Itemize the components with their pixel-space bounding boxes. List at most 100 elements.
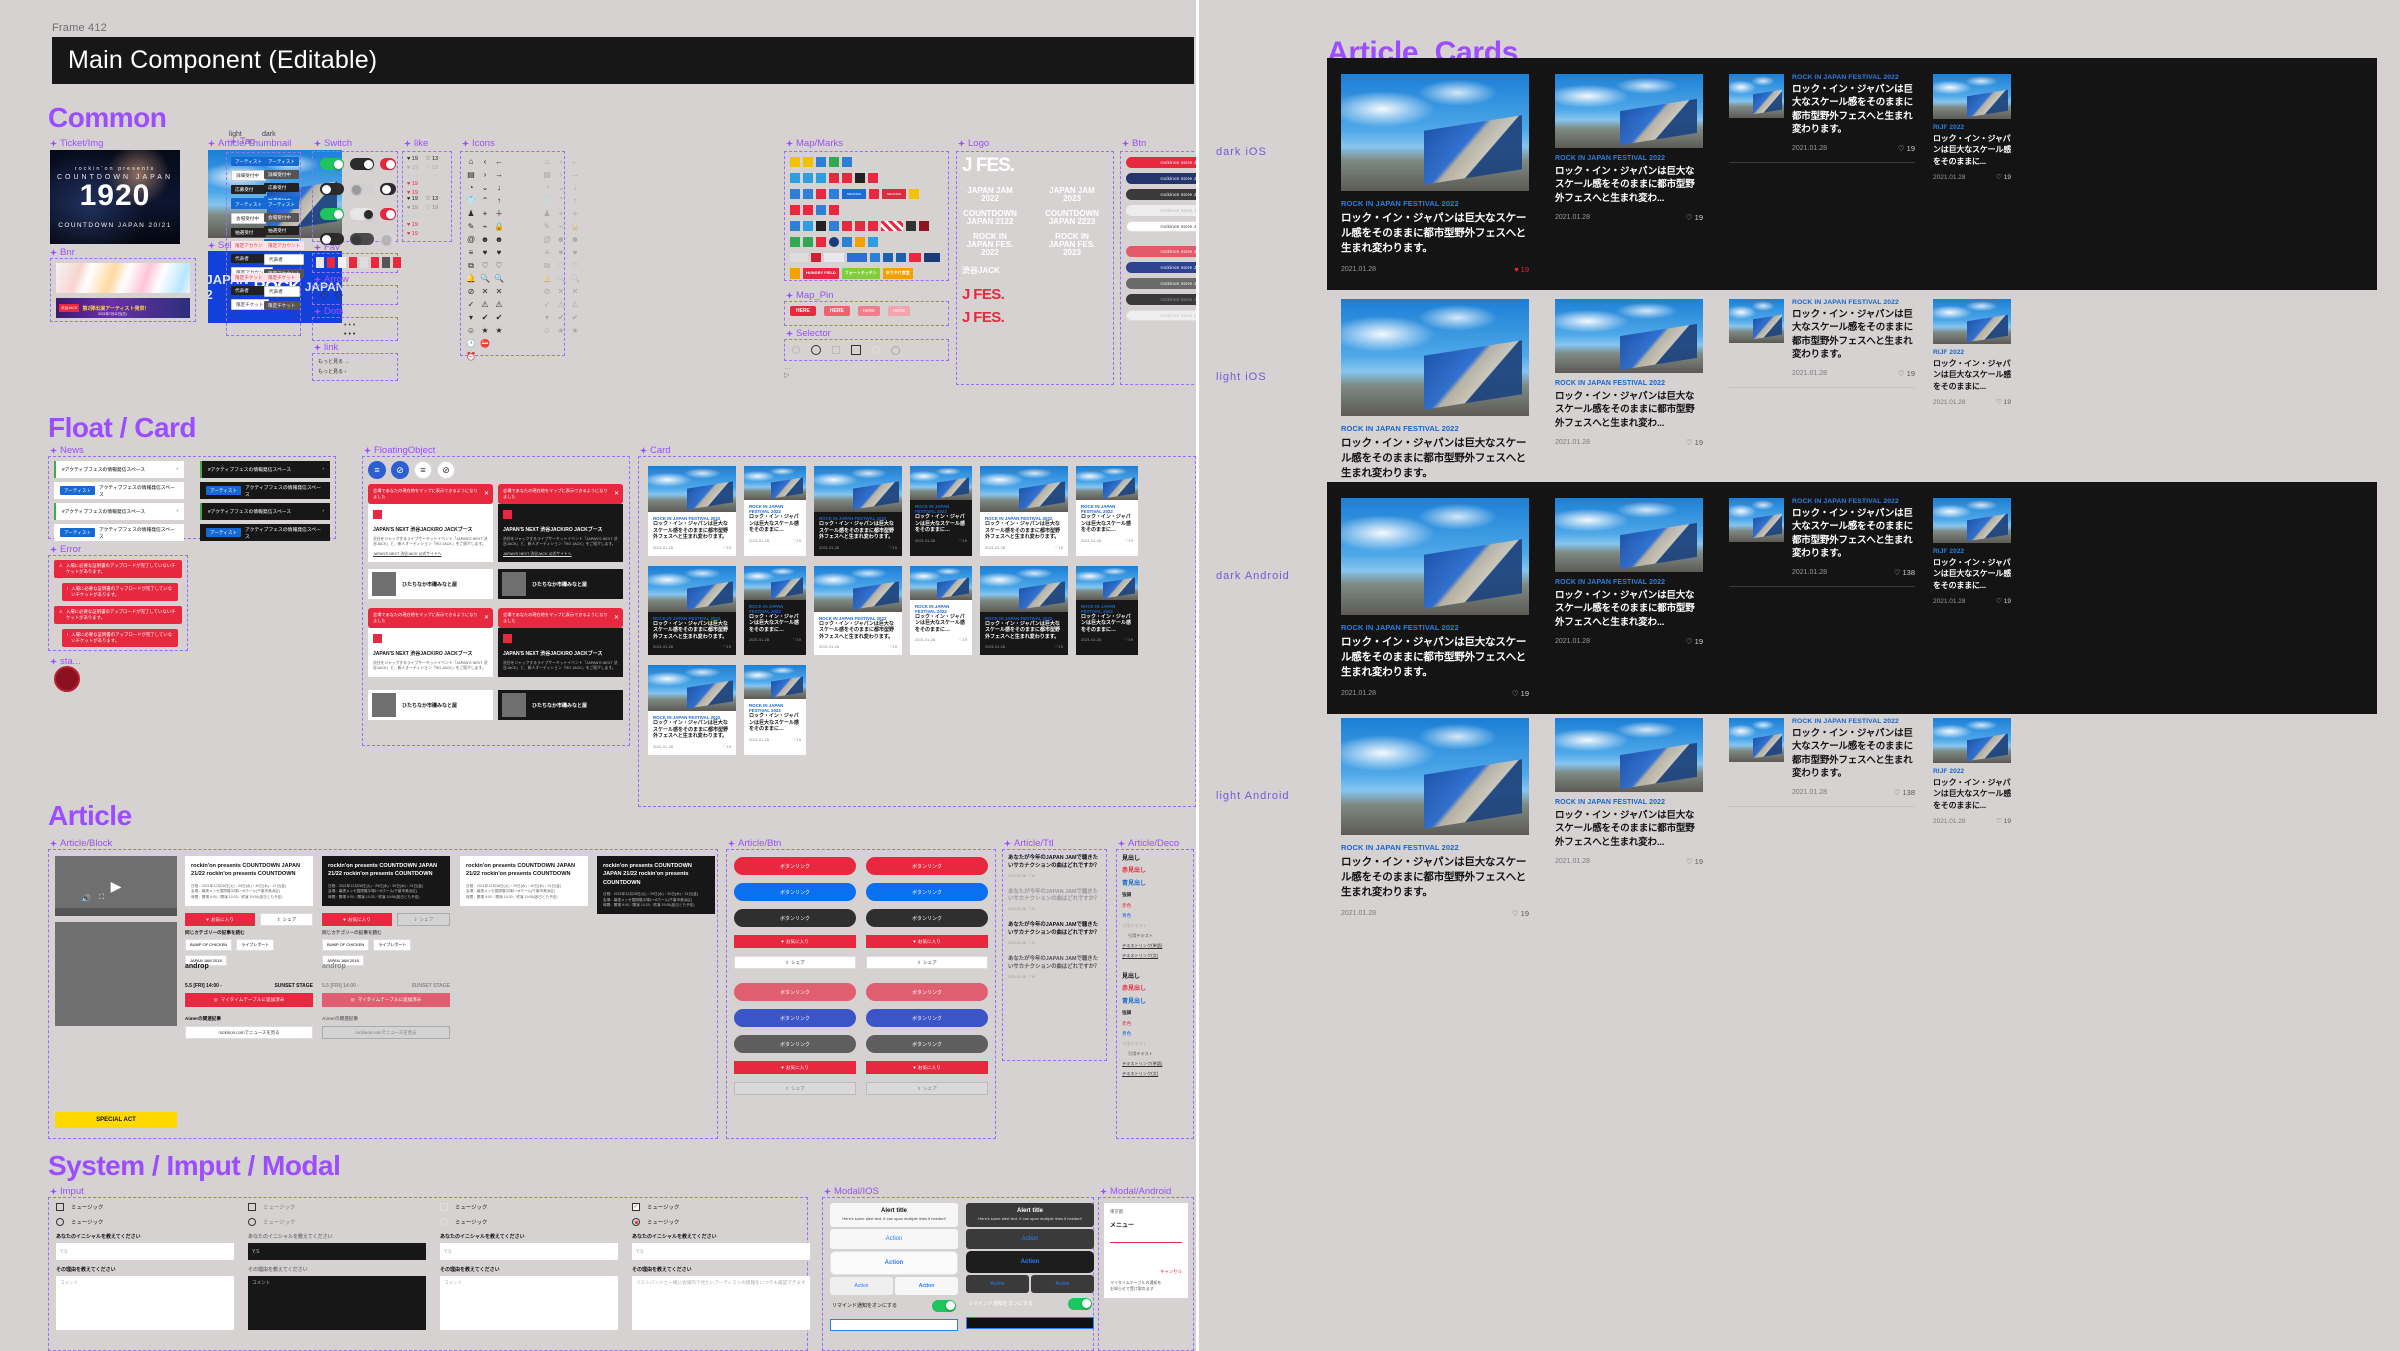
shirt-icon[interactable]: 👕: [542, 196, 552, 206]
map-pin[interactable]: HERE: [824, 306, 850, 316]
article-tag[interactable]: ライブレポート: [236, 939, 274, 951]
chevron-down-icon[interactable]: ⌄: [480, 183, 490, 193]
close-icon[interactable]: ✕: [614, 490, 619, 498]
like-item[interactable]: ♡19: [426, 214, 439, 220]
map-mark-icon[interactable]: [847, 253, 867, 262]
fav-icon[interactable]: [338, 257, 346, 268]
lock-icon[interactable]: 🔒: [570, 222, 580, 232]
radio-button[interactable]: [872, 346, 880, 354]
check-icon[interactable]: ✓: [466, 300, 476, 310]
fav-icon[interactable]: [371, 257, 379, 268]
heart-icon[interactable]: ♥: [480, 248, 490, 258]
map-mark-icon[interactable]: [816, 205, 826, 215]
map-mark-icon[interactable]: [883, 253, 893, 262]
account-fill-icon[interactable]: ☻: [494, 235, 504, 245]
switch-toggle[interactable]: [350, 158, 374, 170]
article-video-player[interactable]: ▶ 🔊 ⛶: [55, 856, 177, 916]
article-card-horizontal[interactable]: ROCK IN JAPAN FESTIVAL 2022ロック・イン・ジャパンは巨…: [1729, 299, 1915, 499]
text-input[interactable]: Y.S: [56, 1243, 234, 1260]
favorite-button[interactable]: ♥ お気に入り: [866, 1061, 988, 1074]
check-circle-icon[interactable]: ✔: [556, 313, 566, 323]
warning-icon[interactable]: ⚠: [480, 300, 490, 310]
share-button[interactable]: ⇪ シェア: [866, 1082, 988, 1095]
map-mark-icon[interactable]: [790, 173, 800, 183]
article-card-medium[interactable]: ROCK IN JAPAN FESTIVAL 2022ロック・イン・ジャパンは巨…: [1555, 74, 1703, 274]
close-icon[interactable]: ✕: [614, 614, 619, 622]
card-sample[interactable]: ROCK IN JAPAN FESTIVAL 2022ロック・イン・ジャパンは巨…: [980, 566, 1068, 656]
favorite-button[interactable]: ♥ お気に入り: [734, 935, 856, 948]
close-thin-icon[interactable]: ✕: [494, 287, 504, 297]
map-pin[interactable]: HERE: [790, 306, 816, 316]
map-mark-icon[interactable]: [829, 221, 839, 231]
map-mark-icon[interactable]: [870, 253, 880, 262]
chevron-up-icon[interactable]: ⌃: [480, 196, 490, 206]
article-card-horizontal[interactable]: ROCK IN JAPAN FESTIVAL 2022ロック・イン・ジャパンは巨…: [1729, 718, 1915, 918]
bell-icon[interactable]: 🔔: [542, 274, 552, 284]
android-input-field[interactable]: [1110, 1234, 1182, 1243]
map-mark-icon[interactable]: SMOKING: [842, 189, 866, 199]
switch-toggle[interactable]: [350, 233, 374, 245]
news-row[interactable]: アーティストアクティブフェスの情報発信スペース: [200, 524, 330, 541]
floating-card-link[interactable]: JAPAN'S NEXT 渋谷JACK 公式サイトへ: [373, 552, 488, 557]
search-icon[interactable]: 🔍: [556, 274, 566, 284]
link-button[interactable]: ボタンリンク: [866, 883, 988, 901]
link-button[interactable]: ボタンリンク: [734, 909, 856, 927]
image-icon[interactable]: ▤: [466, 170, 476, 180]
warning-icon[interactable]: ⚠: [556, 300, 566, 310]
star-fill-icon[interactable]: ★: [570, 326, 580, 336]
share-button[interactable]: ⇪ シェア: [734, 956, 856, 969]
map-mark-icon[interactable]: [803, 189, 813, 199]
article-card-horizontal[interactable]: ROCK IN JAPAN FESTIVAL 2022ロック・イン・ジャパンは巨…: [1729, 74, 1915, 274]
article-ttl-item[interactable]: あなたが今年のJAPAN JAMで聴きたいサカナクションの曲はどれですか？202…: [1008, 922, 1103, 945]
map-mark-icon[interactable]: [816, 189, 826, 199]
chevron-up-icon[interactable]: ⌃: [556, 196, 566, 206]
card-sample[interactable]: ROCK IN JAPAN FESTIVAL 2022ロック・イン・ジャパンは巨…: [744, 665, 806, 755]
article-card-medium[interactable]: ROCK IN JAPAN FESTIVAL 2022ロック・イン・ジャパンは巨…: [1555, 299, 1703, 499]
article-ttl-item[interactable]: あなたが今年のJAPAN JAMで聴きたいサカナクションの曲はどれですか？202…: [1008, 889, 1103, 912]
map-mark-icon[interactable]: [790, 189, 800, 199]
search-icon[interactable]: 🔍: [480, 274, 490, 284]
no-photo-icon[interactable]: ⊘: [542, 287, 552, 297]
map-mark-icon[interactable]: [869, 189, 879, 199]
link-more-chevron[interactable]: もっと見る ›: [318, 368, 346, 375]
switch-toggle[interactable]: [320, 183, 344, 195]
map-mark-icon[interactable]: [842, 173, 852, 183]
arrow-down-icon[interactable]: ↓: [494, 183, 504, 193]
map-mark-icon[interactable]: [829, 173, 839, 183]
map-mark-icon[interactable]: [816, 237, 826, 247]
link-button[interactable]: ボタンリンク: [734, 1035, 856, 1053]
map-mark-icon[interactable]: [855, 221, 865, 231]
alert-action-primary[interactable]: Action: [966, 1251, 1094, 1273]
link-button[interactable]: ボタンリンク: [734, 983, 856, 1001]
map-mark-icon[interactable]: [909, 189, 919, 199]
checkbox[interactable]: [440, 1203, 448, 1211]
alert-action[interactable]: Action: [830, 1229, 958, 1249]
card-sample[interactable]: ROCK IN JAPAN FESTIVAL 2022ロック・イン・ジャパンは巨…: [1076, 566, 1138, 656]
dots-indicator[interactable]: •••: [344, 331, 357, 338]
ban-icon[interactable]: ⛔: [480, 339, 490, 349]
news-row[interactable]: アーティストアクティブフェスの情報発信スペース: [200, 482, 330, 499]
alert-action[interactable]: Action: [830, 1277, 893, 1295]
no-photo-icon[interactable]: ⊘: [466, 287, 476, 297]
map-mark-icon[interactable]: [790, 237, 800, 247]
radio-button[interactable]: [56, 1218, 64, 1226]
switch-toggle[interactable]: [320, 158, 344, 170]
switch-toggle[interactable]: [320, 208, 344, 220]
floating-card-link[interactable]: JAPAN'S NEXT 渋谷JACK 公式サイトへ: [503, 552, 618, 557]
fullscreen-icon[interactable]: ⛶: [99, 894, 104, 902]
article-card-large[interactable]: ROCK IN JAPAN FESTIVAL 2022ロック・イン・ジャパンは巨…: [1341, 74, 1529, 274]
map-mark-icon[interactable]: [919, 221, 929, 231]
person-icon[interactable]: ♟: [542, 209, 552, 219]
menu-icon[interactable]: ≡: [542, 248, 552, 258]
fav-icon[interactable]: [382, 257, 390, 268]
link-button[interactable]: ボタンリンク: [734, 857, 856, 875]
pen-icon[interactable]: ✎: [542, 222, 552, 232]
share-icon[interactable]: ⌁: [480, 222, 490, 232]
cancel-button[interactable]: キャンセル: [1110, 1269, 1182, 1275]
article-card-medium[interactable]: ROCK IN JAPAN FESTIVAL 2022ロック・イン・ジャパンは巨…: [1555, 498, 1703, 698]
alert-action[interactable]: Action: [966, 1275, 1029, 1293]
menu-fab-icon[interactable]: ≡: [368, 461, 386, 479]
checkbox[interactable]: [851, 345, 861, 355]
news-row[interactable]: #アクティブフェスの情報発信スペース›: [54, 503, 184, 520]
article-card-small[interactable]: RIJF 2022ロック・イン・ジャパンは巨大なスケール感をそのままに...20…: [1933, 498, 2011, 698]
